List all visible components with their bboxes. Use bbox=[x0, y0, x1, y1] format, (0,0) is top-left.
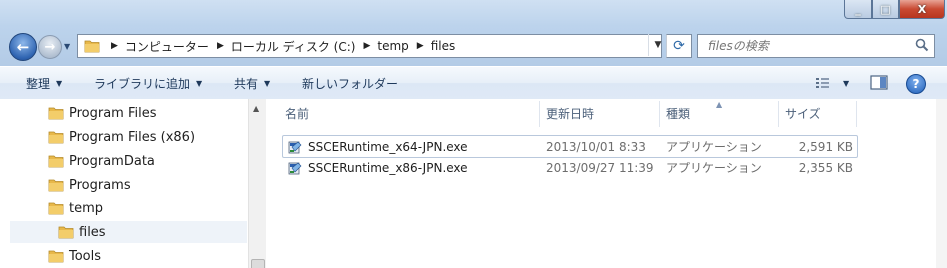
back-arrow-icon: ← bbox=[16, 38, 30, 56]
tree-item-files[interactable]: files bbox=[10, 221, 247, 243]
address-bar[interactable]: ▶ コンピューター ▶ ローカル ディスク (C:) ▶ temp ▶ files bbox=[77, 34, 662, 58]
file-name: SSCERuntime_x86-JPN.exe bbox=[287, 157, 468, 178]
back-button[interactable]: ← bbox=[9, 33, 37, 61]
tree-item-temp[interactable]: temp bbox=[48, 197, 103, 219]
maximize-icon: □ bbox=[880, 2, 891, 16]
chevron-down-icon: ▼ bbox=[843, 78, 850, 88]
scroll-up-icon[interactable]: ▲ bbox=[253, 104, 259, 113]
search-box[interactable] bbox=[697, 34, 935, 58]
add-to-library-button[interactable]: ライブラリに追加 ▼ bbox=[94, 74, 202, 92]
folder-icon bbox=[48, 202, 64, 215]
tree-item-programs[interactable]: Programs bbox=[48, 174, 131, 196]
folder-icon bbox=[48, 131, 64, 144]
chevron-right-icon: ▶ bbox=[111, 41, 118, 51]
column-header-name[interactable]: 名前 bbox=[285, 99, 309, 127]
chevron-right-icon: ▶ bbox=[416, 41, 424, 51]
file-list: 名前 更新日時 種類 サイズ bbox=[266, 99, 947, 268]
tree-item-tools[interactable]: Tools bbox=[48, 245, 101, 267]
new-folder-button[interactable]: 新しいフォルダー bbox=[302, 74, 398, 92]
refresh-icon: ⟳ bbox=[673, 38, 685, 54]
content-scrollbar[interactable] bbox=[936, 99, 947, 268]
organize-button[interactable]: 整理 ▼ bbox=[26, 74, 62, 92]
sort-indicator-icon: ▲ bbox=[716, 100, 723, 109]
folder-icon bbox=[48, 250, 64, 263]
navigation-pane: Program Files Program Files (x86) Progra… bbox=[0, 99, 266, 268]
file-date: 2013/09/27 11:39 bbox=[546, 160, 654, 175]
search-icon bbox=[915, 38, 929, 52]
preview-pane-button[interactable] bbox=[870, 75, 888, 90]
column-divider[interactable] bbox=[659, 101, 660, 127]
column-header-date[interactable]: 更新日時 bbox=[546, 99, 594, 127]
column-header-size[interactable]: サイズ bbox=[785, 99, 821, 127]
file-size: 2,355 KB bbox=[798, 160, 853, 175]
file-date: 2013/10/01 8:33 bbox=[546, 139, 646, 154]
breadcrumb-item-local-disk[interactable]: ▶ ローカル ディスク (C:) bbox=[212, 35, 359, 57]
help-icon: ? bbox=[912, 77, 920, 91]
change-view-button[interactable]: ▼ bbox=[815, 75, 853, 91]
address-history-dropdown[interactable]: ▼ bbox=[648, 34, 667, 56]
chevron-right-icon: ▶ bbox=[363, 41, 371, 51]
share-button[interactable]: 共有 ▼ bbox=[234, 74, 270, 92]
command-bar: 整理 ▼ ライブラリに追加 ▼ 共有 ▼ 新しいフォルダー ▼ ? bbox=[0, 66, 947, 100]
file-name: SSCERuntime_x64-JPN.exe bbox=[287, 136, 468, 157]
forward-button[interactable]: → bbox=[38, 35, 62, 59]
chevron-down-icon: ▼ bbox=[56, 78, 63, 88]
chevron-down-icon: ▼ bbox=[264, 78, 271, 88]
folder-icon bbox=[48, 155, 64, 168]
tree-item-program-files-x86[interactable]: Program Files (x86) bbox=[48, 126, 195, 148]
chevron-down-icon: ▼ bbox=[654, 40, 662, 50]
search-input[interactable] bbox=[706, 38, 910, 54]
installer-exe-icon bbox=[288, 141, 302, 153]
folder-icon bbox=[84, 40, 100, 53]
navigation-scrollbar[interactable]: ▲ bbox=[248, 99, 266, 268]
breadcrumb-item-files[interactable]: ▶ files bbox=[412, 35, 458, 57]
scrollbar-thumb[interactable] bbox=[251, 259, 265, 268]
explorer-window: _ □ X ← → ▼ ▶ コンピューター ▶ ローカル ディスク (C:) ▶ te… bbox=[0, 0, 947, 268]
help-button[interactable]: ? bbox=[906, 74, 926, 94]
minimize-button[interactable]: _ bbox=[844, 0, 872, 19]
column-divider[interactable] bbox=[539, 101, 540, 127]
close-icon: X bbox=[917, 2, 927, 16]
column-divider[interactable] bbox=[778, 101, 779, 127]
details-view-icon bbox=[816, 78, 829, 88]
file-type: アプリケーション bbox=[666, 140, 762, 154]
file-row[interactable]: SSCERuntime_x86-JPN.exe 2013/09/27 11:39… bbox=[283, 157, 857, 178]
file-type: アプリケーション bbox=[666, 161, 762, 175]
title-bar: _ □ X ← → ▼ ▶ コンピューター ▶ ローカル ディスク (C:) ▶ te… bbox=[0, 0, 947, 66]
tree-item-programdata[interactable]: ProgramData bbox=[48, 150, 155, 172]
maximize-button[interactable]: □ bbox=[872, 0, 899, 19]
installer-exe-icon bbox=[288, 162, 302, 174]
column-header-type[interactable]: 種類 bbox=[666, 99, 690, 127]
tree-item-program-files[interactable]: Program Files bbox=[48, 102, 157, 124]
refresh-button[interactable]: ⟳ bbox=[666, 34, 692, 58]
chevron-right-icon: ▶ bbox=[216, 41, 224, 51]
forward-arrow-icon: → bbox=[44, 39, 56, 55]
column-divider[interactable] bbox=[856, 101, 857, 127]
folder-icon bbox=[48, 179, 64, 192]
file-size: 2,591 KB bbox=[798, 139, 853, 154]
minimize-icon: _ bbox=[855, 2, 861, 16]
recent-pages-dropdown[interactable]: ▼ bbox=[64, 43, 72, 51]
breadcrumb-item-temp[interactable]: ▶ temp bbox=[358, 35, 411, 57]
file-row[interactable]: SSCERuntime_x64-JPN.exe 2013/10/01 8:33 … bbox=[282, 135, 858, 158]
close-button[interactable]: X bbox=[899, 0, 945, 19]
window-controls: _ □ X bbox=[844, 0, 945, 19]
folder-icon bbox=[58, 226, 74, 239]
breadcrumb-item-computer[interactable]: ▶ コンピューター bbox=[106, 35, 212, 57]
chevron-down-icon: ▼ bbox=[196, 78, 203, 88]
folder-icon bbox=[48, 107, 64, 120]
